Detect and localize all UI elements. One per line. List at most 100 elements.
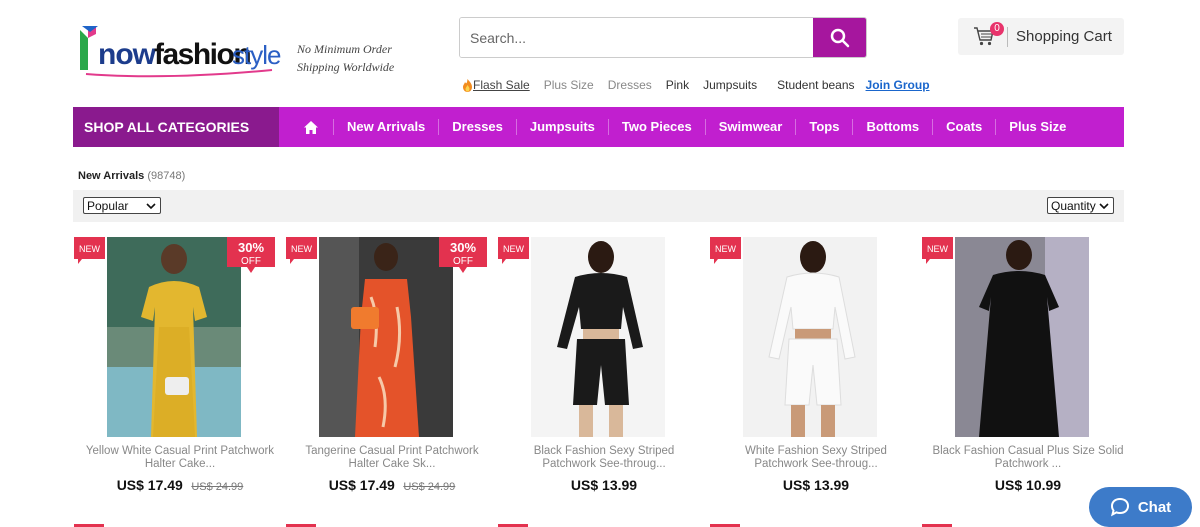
product-title-line-2: Halter Cake Sk...: [348, 458, 436, 470]
nav-item-tops[interactable]: Tops: [795, 119, 852, 135]
new-badge-shape: NEW: [286, 237, 317, 264]
price-current: US$ 13.99: [570, 477, 638, 493]
quantity-select[interactable]: Quantity: [1047, 197, 1114, 214]
discount-off: OFF: [453, 256, 473, 267]
chat-bubble-icon: [1110, 497, 1129, 517]
site-logo[interactable]: now fashion style: [76, 24, 281, 82]
nav-item-jumpsuits[interactable]: Jumpsuits: [515, 119, 608, 135]
search-icon: [830, 28, 849, 47]
new-badge-label: NEW: [291, 244, 313, 254]
product-card[interactable]: NEW Black Fashion Casual Plus Size Solid…: [922, 237, 1134, 507]
sort-select[interactable]: Popular: [83, 197, 161, 214]
main-nav: SHOP ALL CATEGORIES New Arrivals Dresses…: [73, 107, 1124, 147]
quick-link-jumpsuits[interactable]: Jumpsuits: [703, 78, 757, 92]
product-title-line-1: Black Fashion Sexy Striped: [533, 445, 675, 457]
product-title-line-1: White Fashion Sexy Striped: [745, 445, 887, 457]
fire-icon: [463, 78, 472, 92]
price-current: US$ 17.49: [328, 477, 395, 493]
price-original: US$ 24.99: [403, 481, 456, 493]
quick-link-join-group[interactable]: Join Group: [866, 78, 930, 92]
quick-link-pink[interactable]: Pink: [666, 78, 689, 92]
tagline-line-2: Shipping Worldwide: [297, 60, 395, 74]
new-badge-shape: NEW: [74, 237, 105, 264]
nav-item-plus-size[interactable]: Plus Size: [995, 119, 1079, 135]
product-price: US$ 17.49 US$ 24.99: [286, 477, 498, 495]
price-current: US$ 17.49: [116, 477, 183, 493]
new-badge-shape: NEW: [710, 237, 741, 264]
new-badge-label: NEW: [927, 244, 949, 254]
price-current: US$ 13.99: [782, 477, 850, 493]
product-image[interactable]: [107, 237, 241, 437]
nav-item-two-pieces[interactable]: Two Pieces: [607, 119, 705, 135]
shopping-cart-button[interactable]: 0 Shopping Cart: [958, 18, 1124, 55]
quick-link-plus-size[interactable]: Plus Size: [544, 78, 594, 92]
cart-label: Shopping Cart: [1016, 28, 1112, 45]
nav-home[interactable]: [303, 120, 333, 135]
chat-button[interactable]: Chat: [1089, 487, 1192, 527]
nav-item-bottoms[interactable]: Bottoms: [852, 119, 932, 135]
quick-link-student-beans[interactable]: Student beans: [777, 78, 854, 92]
product-image[interactable]: [531, 237, 665, 437]
product-price: US$ 17.49 US$ 24.99: [74, 477, 286, 495]
product-card[interactable]: NEW 30% OFF Tangerine Casual Print Patch…: [286, 237, 498, 507]
quick-link-flash-sale-label: Flash Sale: [473, 78, 530, 92]
discount-off: OFF: [241, 256, 261, 267]
tagline: No Minimum Order Shipping Worldwide: [297, 40, 394, 76]
shop-all-categories[interactable]: SHOP ALL CATEGORIES: [73, 107, 279, 147]
new-badge-label: NEW: [79, 244, 101, 254]
cart-divider: [1007, 26, 1008, 47]
product-price: US$ 13.99: [498, 477, 710, 495]
product-title-line-2: Patchwork See-throug...: [542, 458, 666, 470]
discount-badge: 30% OFF: [439, 237, 487, 273]
product-card[interactable]: NEW White Fashion Sexy Striped Patchwork…: [710, 237, 922, 507]
product-title[interactable]: Yellow White Casual Print Patchwork Halt…: [74, 445, 286, 471]
product-title[interactable]: Black Fashion Casual Plus Size Solid Pat…: [922, 445, 1134, 471]
listing-title: New Arrivals (98748): [78, 170, 185, 182]
svg-text:now: now: [98, 38, 157, 71]
product-title-line-1: Tangerine Casual Print Patchwork: [305, 445, 479, 457]
product-card[interactable]: NEW Black Fashion Sexy Striped Patchwork…: [498, 237, 710, 507]
chat-label: Chat: [1137, 498, 1172, 516]
chevron-down-icon: [146, 203, 156, 210]
product-image[interactable]: [955, 237, 1089, 437]
search-button[interactable]: [813, 18, 866, 57]
nav-item-new-arrivals[interactable]: New Arrivals: [333, 119, 438, 135]
nav-item-dresses[interactable]: Dresses: [438, 119, 516, 135]
product-title-line-2: Patchwork See-throug...: [754, 458, 878, 470]
sort-bar: Popular Quantity: [73, 190, 1124, 222]
cart-icon-wrap: 0: [973, 21, 1004, 49]
product-title-line-1: Yellow White Casual Print Patchwork: [85, 445, 275, 457]
quick-links: Flash Sale Plus Size Dresses Pink Jumpsu…: [462, 77, 944, 93]
nav-item-coats[interactable]: Coats: [932, 119, 995, 135]
listing-title-text: New Arrivals: [78, 170, 145, 182]
product-title[interactable]: Black Fashion Sexy Striped Patchwork See…: [498, 445, 710, 471]
discount-badge: 30% OFF: [227, 237, 275, 273]
product-title[interactable]: Tangerine Casual Print Patchwork Halter …: [286, 445, 498, 471]
listing-count: (98748): [147, 170, 186, 182]
product-title-line-2: Patchwork ...: [994, 458, 1062, 470]
new-badge-label: NEW: [715, 244, 737, 254]
sort-select-value: Popular: [87, 198, 129, 213]
search-input[interactable]: [460, 18, 813, 57]
discount-percent: 30%: [238, 240, 264, 255]
site-header: now fashion style No Minimum Order Shipp…: [0, 0, 1200, 100]
product-image[interactable]: [319, 237, 453, 437]
product-image[interactable]: [743, 237, 877, 437]
price-current: US$ 10.99: [994, 477, 1062, 493]
nav-items: New Arrivals Dresses Jumpsuits Two Piece…: [279, 107, 1079, 147]
new-badge-label: NEW: [503, 244, 525, 254]
quick-link-flash-sale[interactable]: Flash Sale: [462, 78, 530, 92]
product-title-line-2: Halter Cake...: [144, 458, 216, 470]
home-icon: [304, 120, 318, 134]
chevron-down-icon: [1099, 203, 1109, 210]
new-badge-shape: NEW: [922, 237, 953, 264]
product-price: US$ 13.99: [710, 477, 922, 495]
cart-count-badge: 0: [990, 21, 1004, 36]
tagline-line-1: No Minimum Order: [297, 42, 392, 56]
product-card[interactable]: NEW 30% OFF Yellow White Casual Print Pa…: [74, 237, 286, 507]
price-original: US$ 24.99: [191, 481, 244, 493]
product-title[interactable]: White Fashion Sexy Striped Patchwork See…: [710, 445, 922, 471]
quick-link-dresses[interactable]: Dresses: [608, 78, 652, 92]
nav-item-swimwear[interactable]: Swimwear: [704, 119, 796, 135]
search-bar: [459, 17, 867, 58]
